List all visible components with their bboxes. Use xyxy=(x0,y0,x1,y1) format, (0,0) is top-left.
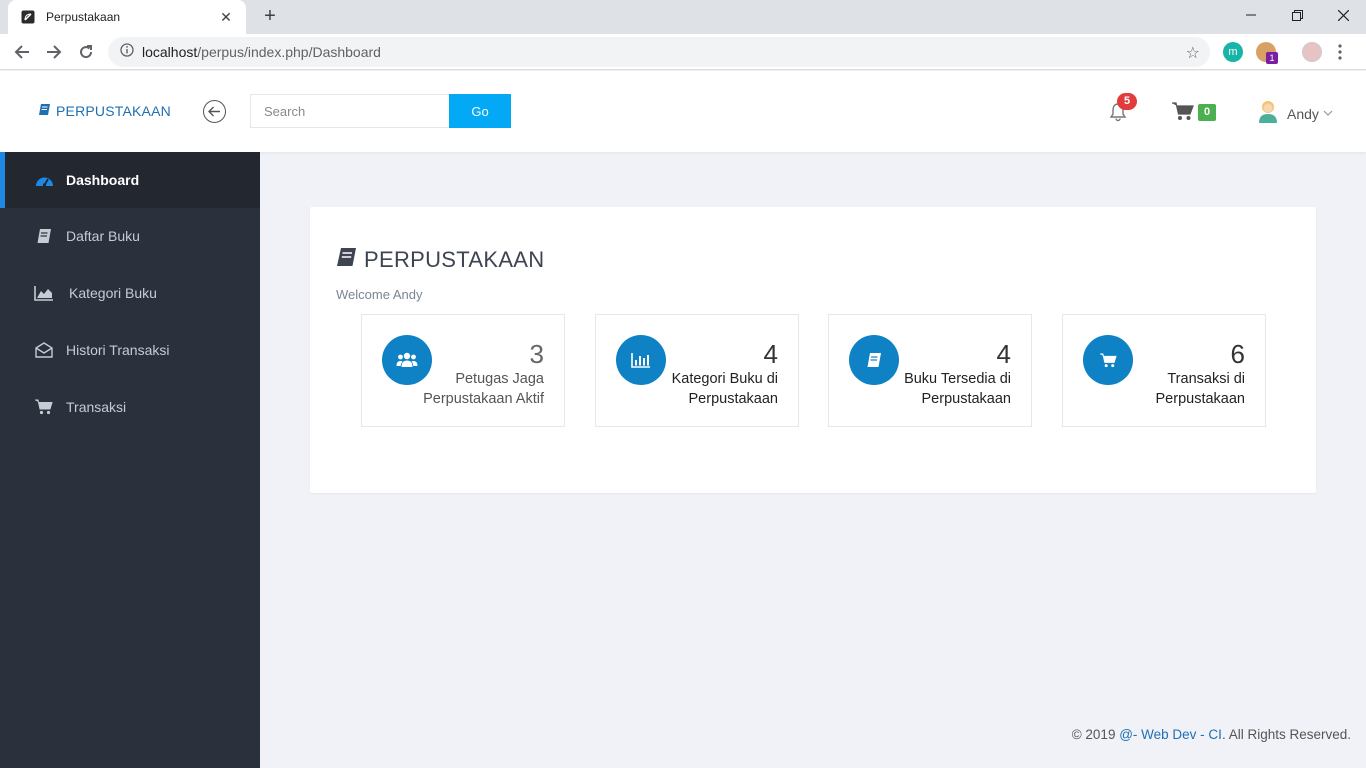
welcome-text: Welcome Andy xyxy=(336,287,423,302)
page-title: PERPUSTAKAAN xyxy=(336,247,544,273)
stat-card-buku: 4 Buku Tersedia di Perpustakaan xyxy=(828,314,1032,427)
footer-suffix: . All Rights Reserved. xyxy=(1221,727,1351,742)
page-title-text: PERPUSTAKAAN xyxy=(364,247,545,272)
minimize-button[interactable] xyxy=(1228,0,1274,30)
stat-card-kategori: 4 Kategori Buku di Perpustakaan xyxy=(595,314,799,427)
book-icon xyxy=(34,226,54,246)
sidebar-item-label: Kategori Buku xyxy=(69,285,157,301)
bookmark-star-icon[interactable]: ☆ xyxy=(1186,43,1200,63)
sidebar-item-kategori-buku[interactable]: Kategori Buku xyxy=(0,265,260,321)
arrow-left-icon xyxy=(208,106,220,117)
back-arrow-icon[interactable] xyxy=(8,38,36,66)
url-text: localhost/perpus/index.php/Dashboard xyxy=(142,44,381,60)
sidebar-item-histori-transaksi[interactable]: Histori Transaksi xyxy=(0,322,260,378)
stat-value: 6 xyxy=(1230,339,1245,369)
book-icon xyxy=(336,247,357,273)
extension-avatar-icon[interactable]: 1 xyxy=(1256,42,1278,64)
sidebar-item-label: Histori Transaksi xyxy=(66,342,170,358)
cart-icon xyxy=(34,397,54,417)
envelope-icon xyxy=(34,340,54,360)
sidebar-item-daftar-buku[interactable]: Daftar Buku xyxy=(0,208,260,264)
stat-value: 4 xyxy=(763,339,778,369)
cart-count-badge: 0 xyxy=(1198,104,1216,121)
new-tab-button[interactable]: + xyxy=(258,4,282,28)
book-icon xyxy=(38,103,51,119)
sidebar-toggle-button[interactable] xyxy=(203,100,226,123)
sidebar: Dashboard Daftar Buku Kategori Buku Hist… xyxy=(0,152,260,768)
page-favicon-icon xyxy=(20,9,36,25)
user-avatar-icon xyxy=(1257,99,1279,128)
footer: © 2019 @- Web Dev - CI. All Rights Reser… xyxy=(1072,727,1351,742)
browser-toolbar: localhost/perpus/index.php/Dashboard ☆ m… xyxy=(0,34,1366,70)
url-host: localhost xyxy=(142,44,198,60)
url-path: /perpus/index.php/Dashboard xyxy=(197,44,381,60)
stat-label: Kategori Buku di Perpustakaan xyxy=(671,371,778,407)
brand-logo[interactable]: PERPUSTAKAAN xyxy=(38,103,171,119)
browser-menu-icon[interactable] xyxy=(1338,44,1342,65)
stat-label: Buku Tersedia di Perpustakaan xyxy=(904,371,1011,407)
notification-count-badge: 5 xyxy=(1117,93,1137,110)
go-button[interactable]: Go xyxy=(449,94,511,128)
brand-text: PERPUSTAKAAN xyxy=(56,103,171,119)
stat-value: 4 xyxy=(996,339,1011,369)
cart-icon[interactable] xyxy=(1172,102,1194,126)
profile-avatar-icon[interactable] xyxy=(1302,42,1322,62)
chevron-down-icon xyxy=(1323,108,1333,119)
search-input[interactable] xyxy=(250,94,450,128)
restore-button[interactable] xyxy=(1274,0,1320,30)
sidebar-item-transaksi[interactable]: Transaksi xyxy=(0,379,260,435)
browser-tab-bar: Perpustakaan ✕ + xyxy=(0,0,1366,34)
browser-tab[interactable]: Perpustakaan ✕ xyxy=(8,0,246,34)
tab-title: Perpustakaan xyxy=(46,10,121,24)
footer-prefix: © 2019 xyxy=(1071,727,1120,742)
stat-label: Petugas Jaga Perpustakaan Aktif xyxy=(423,371,544,407)
footer-link[interactable]: @- Web Dev - CI xyxy=(1119,727,1222,742)
dashboard-card: PERPUSTAKAAN Welcome Andy 3 Petugas Jaga… xyxy=(310,207,1316,493)
address-bar[interactable]: localhost/perpus/index.php/Dashboard ☆ xyxy=(108,37,1210,67)
area-chart-icon xyxy=(34,283,54,303)
sidebar-item-label: Dashboard xyxy=(66,172,140,188)
stat-value: 3 xyxy=(529,339,544,369)
extension-m-icon[interactable]: m xyxy=(1223,42,1243,62)
stat-card-transaksi: 6 Transaksi di Perpustakaan xyxy=(1062,314,1266,427)
user-name: Andy xyxy=(1287,105,1319,122)
close-window-button[interactable] xyxy=(1320,0,1366,30)
tab-close-icon[interactable]: ✕ xyxy=(218,9,234,26)
forward-arrow-icon[interactable] xyxy=(40,38,68,66)
stat-label: Transaksi di Perpustakaan xyxy=(1155,371,1245,407)
sidebar-item-label: Transaksi xyxy=(66,399,127,415)
extension-badge: 1 xyxy=(1266,52,1278,64)
user-menu[interactable]: Andy xyxy=(1257,99,1333,128)
app-header: PERPUSTAKAAN Go 5 0 Andy xyxy=(0,71,1366,152)
stat-card-petugas: 3 Petugas Jaga Perpustakaan Aktif xyxy=(361,314,565,427)
dashboard-icon xyxy=(34,170,54,190)
sidebar-item-dashboard[interactable]: Dashboard xyxy=(0,152,260,208)
reload-icon[interactable] xyxy=(72,38,100,66)
info-icon[interactable] xyxy=(120,42,134,62)
sidebar-item-label: Daftar Buku xyxy=(66,228,140,244)
